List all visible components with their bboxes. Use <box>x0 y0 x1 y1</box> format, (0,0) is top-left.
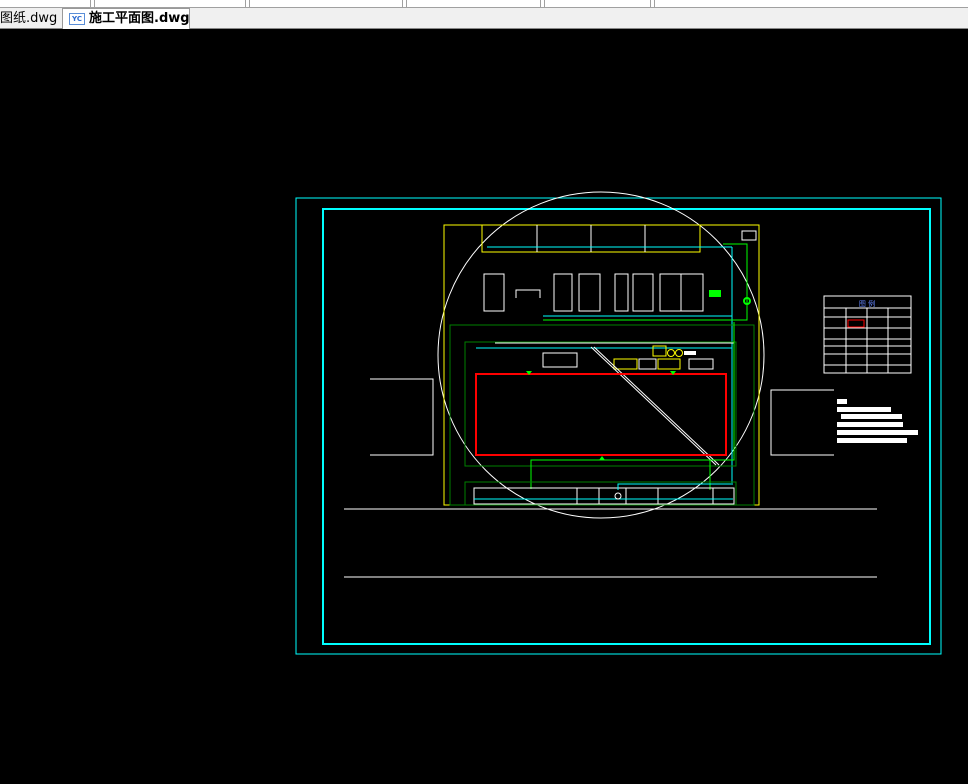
toolbar-divider <box>540 0 545 7</box>
legend-table: 图 例 <box>823 295 918 443</box>
toolbar-divider <box>650 0 655 7</box>
toolbar-divider <box>245 0 250 7</box>
toolbar-divider <box>90 0 95 7</box>
legend-title: 图 例 <box>859 299 875 308</box>
tab-label: 图纸.dwg <box>0 11 58 26</box>
yc-file-icon: YC <box>69 12 85 25</box>
tab-construction-plan[interactable]: YC 施工平面图.dwg <box>62 8 190 29</box>
cad-drawing-canvas[interactable]: 图 例 <box>0 29 968 780</box>
document-tab-bar: 图纸.dwg YC 施工平面图.dwg <box>0 8 968 29</box>
site-plan <box>437 191 765 519</box>
tab-drawing[interactable]: 图纸.dwg <box>0 9 63 28</box>
tab-label: 施工平面图.dwg <box>89 11 190 26</box>
toolbar-strip <box>0 0 968 8</box>
toolbar-divider <box>402 0 407 7</box>
